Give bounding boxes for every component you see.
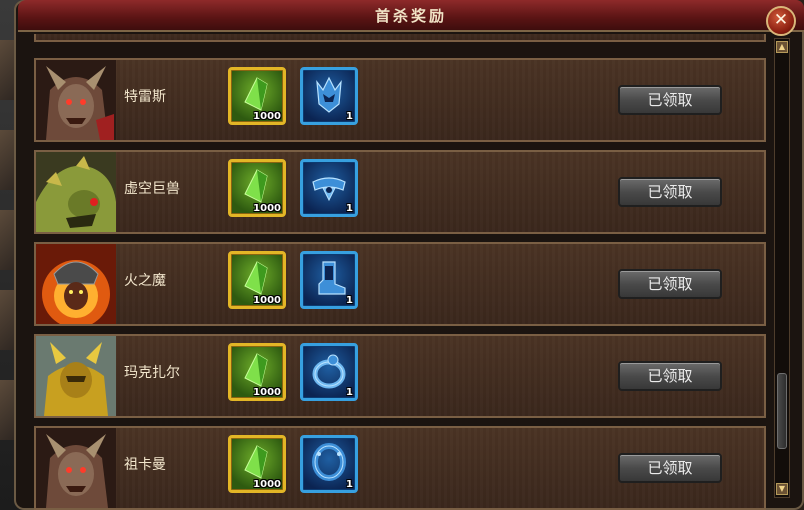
green-crystal-icon — [244, 169, 268, 203]
boss-name: 特雷斯 — [124, 89, 166, 105]
list-item: 火之魔 1000 1 已领取 — [34, 242, 766, 326]
void-beast-portrait-icon — [36, 152, 116, 232]
boss-portrait — [36, 428, 116, 508]
demon-lord-portrait-icon — [36, 60, 116, 140]
scrollbar-thumb[interactable] — [777, 373, 787, 449]
item-quantity: 1000 — [253, 203, 281, 214]
reward-item-equipment[interactable]: 1 — [300, 435, 358, 493]
boss-name: 火之魔 — [124, 273, 166, 289]
green-crystal-icon — [244, 77, 268, 111]
item-quantity: 1 — [346, 111, 353, 122]
claimed-button[interactable]: 已领取 — [618, 269, 722, 299]
window-title: 首杀奖励 — [374, 7, 447, 25]
ring-icon — [312, 354, 346, 389]
scroll-down-arrow-icon[interactable]: ▼ — [776, 483, 788, 495]
boss-portrait — [36, 60, 116, 140]
reward-item-crystal[interactable]: 1000 — [228, 159, 286, 217]
list-item-partial — [34, 34, 766, 42]
list-item: 祖卡曼 1000 1 已领取 — [34, 426, 766, 510]
green-crystal-icon — [244, 445, 268, 479]
demon-lord-portrait-icon — [36, 428, 116, 508]
item-quantity: 1000 — [253, 387, 281, 398]
claimed-button[interactable]: 已领取 — [618, 361, 722, 391]
list-item: 特雷斯 1000 1 已领取 — [34, 58, 766, 142]
list-item: 玛克扎尔 1000 1 已领取 — [34, 334, 766, 418]
boss-name: 祖卡曼 — [124, 457, 166, 473]
item-quantity: 1000 — [253, 479, 281, 490]
green-crystal-icon — [244, 353, 268, 387]
claimed-button[interactable]: 已领取 — [618, 177, 722, 207]
close-button[interactable]: ✕ — [766, 6, 796, 36]
green-crystal-icon — [244, 261, 268, 295]
golden-knight-portrait-icon — [36, 336, 116, 416]
boss-name: 玛克扎尔 — [124, 365, 180, 381]
title-bar: 首杀奖励 — [18, 0, 804, 32]
list-item: 虚空巨兽 1000 1 已领取 — [34, 150, 766, 234]
claimed-button[interactable]: 已领取 — [618, 85, 722, 115]
bracer-icon — [312, 443, 346, 481]
winged-belt-icon — [312, 177, 346, 202]
boss-portrait — [36, 152, 116, 232]
reward-item-crystal[interactable]: 1000 — [228, 343, 286, 401]
boss-name: 虚空巨兽 — [124, 181, 180, 197]
boss-portrait — [36, 244, 116, 324]
reward-item-equipment[interactable]: 1 — [300, 159, 358, 217]
item-quantity: 1 — [346, 295, 353, 306]
boss-portrait — [36, 336, 116, 416]
reward-item-equipment[interactable]: 1 — [300, 343, 358, 401]
reward-item-crystal[interactable]: 1000 — [228, 251, 286, 309]
item-quantity: 1 — [346, 203, 353, 214]
item-quantity: 1 — [346, 387, 353, 398]
fire-demon-portrait-icon — [36, 244, 116, 324]
demon-helmet-icon — [316, 76, 342, 113]
item-quantity: 1000 — [253, 111, 281, 122]
scrollbar[interactable]: ▲ ▼ — [774, 38, 790, 498]
reward-item-equipment[interactable]: 1 — [300, 67, 358, 125]
item-quantity: 1000 — [253, 295, 281, 306]
reward-item-equipment[interactable]: 1 — [300, 251, 358, 309]
claimed-button[interactable]: 已领取 — [618, 453, 722, 483]
armored-boot-icon — [318, 261, 346, 295]
reward-item-crystal[interactable]: 1000 — [228, 67, 286, 125]
item-quantity: 1 — [346, 479, 353, 490]
scroll-up-arrow-icon[interactable]: ▲ — [776, 41, 788, 53]
reward-item-crystal[interactable]: 1000 — [228, 435, 286, 493]
reward-list: 特雷斯 1000 1 已领取 虚空巨兽 1000 1 已领取 火之魔 1000 … — [26, 34, 768, 510]
